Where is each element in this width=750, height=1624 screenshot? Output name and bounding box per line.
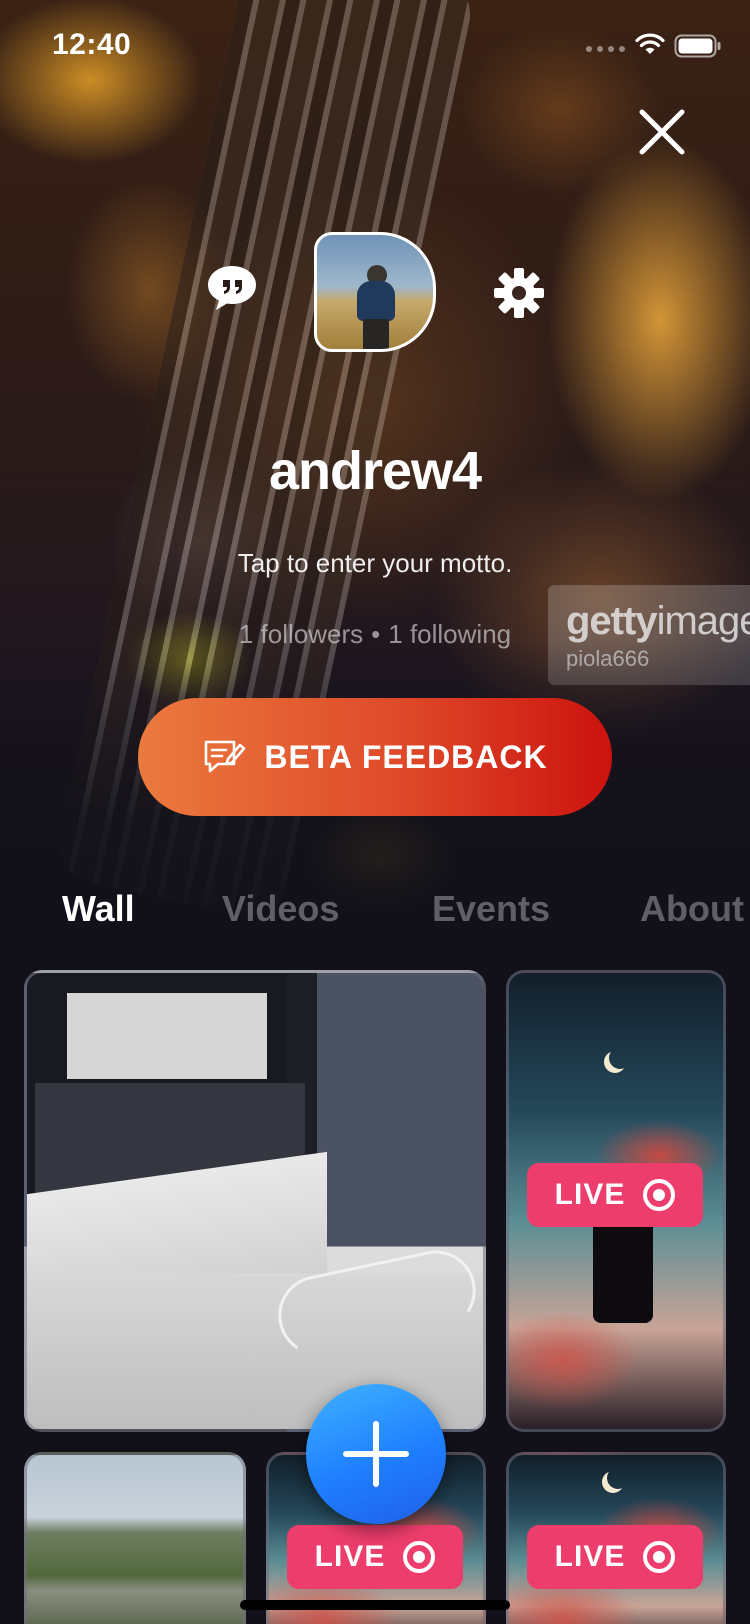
battery-icon (674, 34, 721, 58)
live-badge-label: LIVE (314, 1540, 386, 1573)
tab-wall[interactable]: Wall (62, 888, 135, 930)
tab-about[interactable]: About (640, 888, 744, 930)
close-icon[interactable] (630, 100, 694, 164)
signal-dots-icon (586, 46, 625, 52)
live-record-icon (403, 1541, 436, 1573)
wall-post-photo-computer[interactable] (24, 970, 486, 1432)
tab-videos[interactable]: Videos (222, 888, 339, 930)
gear-icon[interactable] (492, 266, 546, 320)
profile-tabs: Wall Videos Events About (0, 888, 750, 938)
home-indicator[interactable] (240, 1600, 510, 1610)
create-post-button[interactable] (306, 1384, 446, 1524)
stats-separator: • (371, 619, 381, 649)
profile-motto[interactable]: Tap to enter your motto. (0, 548, 750, 579)
live-badge: LIVE (287, 1525, 463, 1589)
live-badge: LIVE (527, 1525, 703, 1589)
wifi-icon (635, 33, 665, 54)
beta-feedback-label: BETA FEEDBACK (264, 738, 548, 775)
profile-username: andrew4 (268, 441, 482, 501)
wall-post-live-stream[interactable]: LIVE (506, 1452, 726, 1624)
feedback-edit-icon (205, 740, 246, 773)
live-record-icon (643, 1179, 676, 1211)
live-record-icon (643, 1541, 676, 1573)
live-badge: LIVE (527, 1163, 703, 1227)
wall-post-live-stream[interactable]: LIVE (506, 970, 726, 1432)
wall-post-photo-city[interactable] (24, 1452, 246, 1624)
avatar[interactable] (314, 232, 436, 352)
status-bar: 12:40 (0, 0, 750, 92)
plus-icon (343, 1421, 409, 1487)
following-count[interactable]: 1 following (388, 619, 511, 649)
beta-feedback-button[interactable]: BETA FEEDBACK (138, 698, 612, 816)
followers-count[interactable]: 1 followers (239, 619, 363, 649)
tab-events[interactable]: Events (432, 888, 550, 930)
follow-stats: 1 followers • 1 following (0, 619, 750, 650)
chat-quote-icon[interactable] (204, 262, 260, 314)
live-badge-label: LIVE (554, 1540, 626, 1573)
live-badge-label: LIVE (554, 1178, 626, 1211)
status-time: 12:40 (52, 28, 132, 61)
